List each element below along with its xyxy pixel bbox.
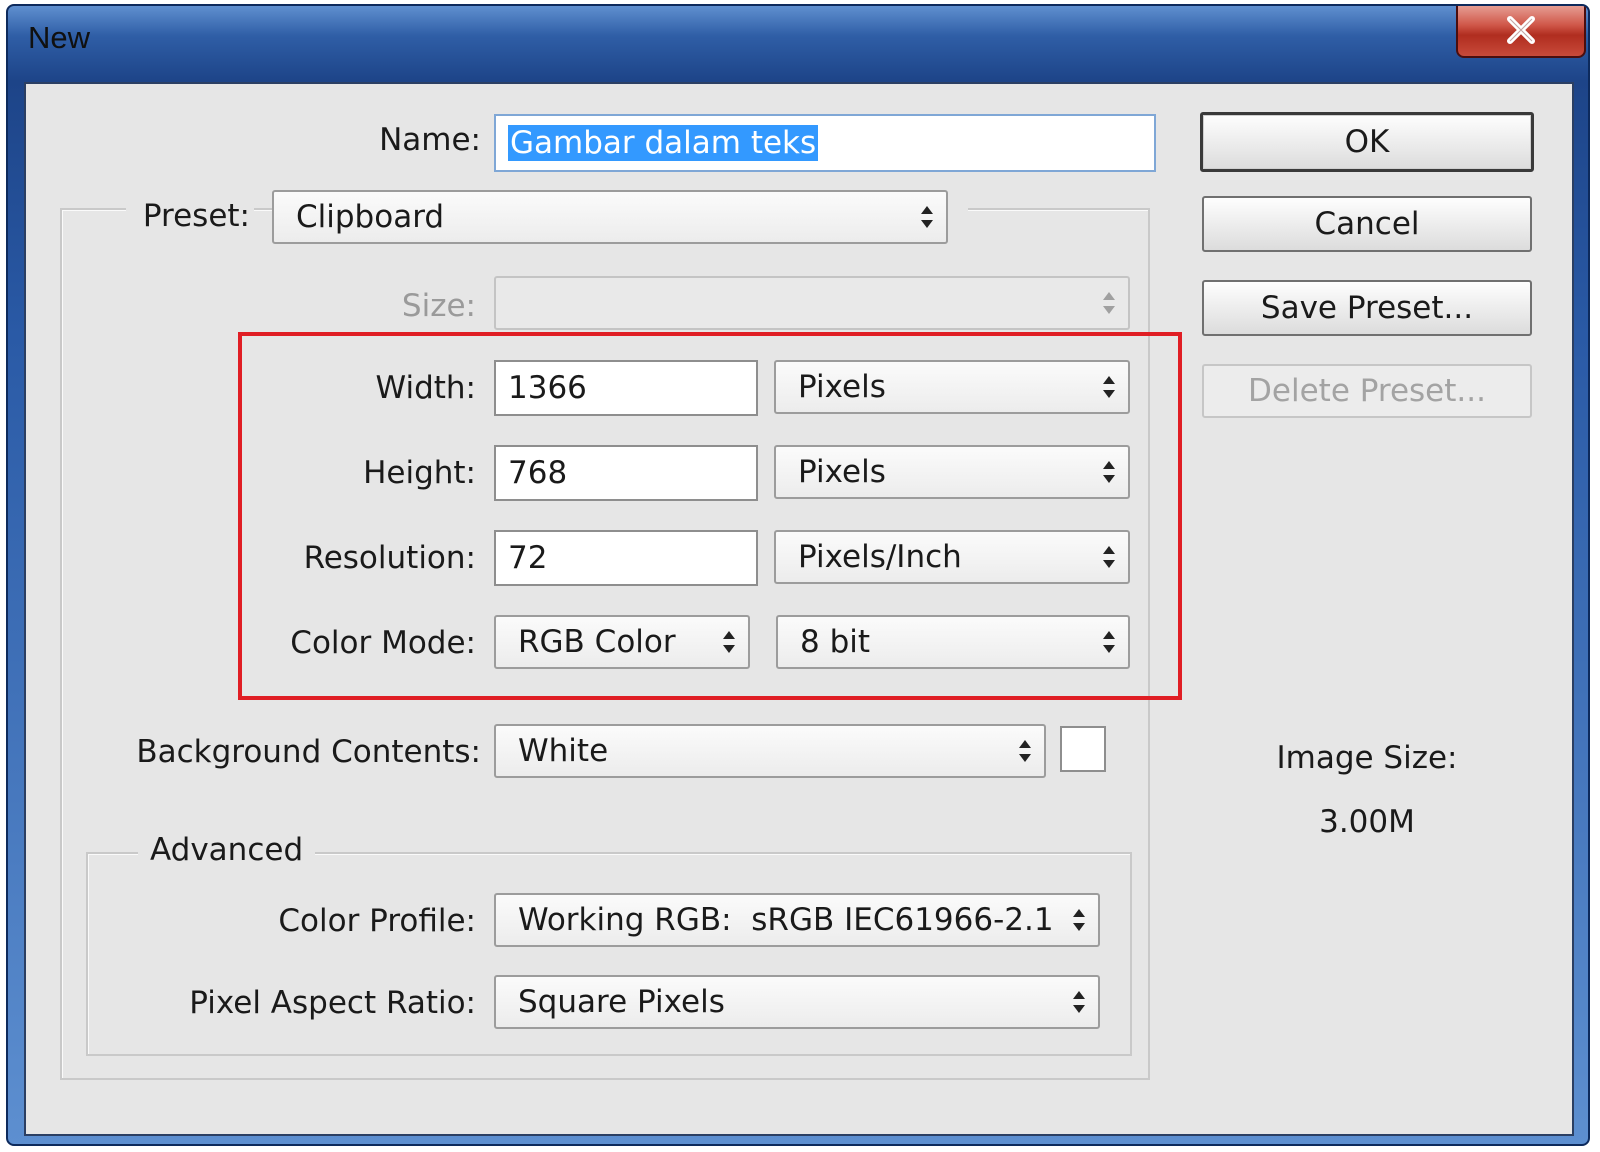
advanced-legend: Advanced <box>138 832 316 868</box>
cancel-button[interactable]: Cancel <box>1202 196 1532 252</box>
resolution-unit-select[interactable]: Pixels/Inch <box>774 530 1130 584</box>
delete-preset-button: Delete Preset... <box>1202 364 1532 418</box>
updown-arrows-icon <box>1103 376 1115 398</box>
image-size-label: Image Size: <box>1276 740 1458 776</box>
resolution-unit-value: Pixels/Inch <box>798 539 962 575</box>
updown-arrows-icon <box>1019 740 1031 762</box>
updown-arrows-icon <box>1103 292 1115 314</box>
updown-arrows-icon <box>1073 991 1085 1013</box>
height-label: Height: <box>363 455 476 491</box>
dialog-body: Name: Gambar dalam teks Preset: Clipboar… <box>24 82 1574 1136</box>
height-input[interactable]: 768 <box>494 445 758 501</box>
close-icon <box>1507 16 1535 44</box>
size-select <box>494 276 1130 330</box>
width-input-value: 1366 <box>508 370 587 406</box>
image-size-value: 3.00M <box>1319 804 1415 840</box>
resolution-input-value: 72 <box>508 540 548 576</box>
window-title: New <box>28 20 91 55</box>
background-contents-label: Background Contents: <box>136 734 481 770</box>
name-input[interactable]: Gambar dalam teks <box>494 114 1156 172</box>
color-mode-select[interactable]: RGB Color <box>494 615 750 669</box>
name-label: Name: <box>379 122 481 158</box>
pixel-aspect-ratio-select[interactable]: Square Pixels <box>494 975 1100 1029</box>
color-mode-value: RGB Color <box>518 624 676 660</box>
preset-label: Preset: <box>126 198 254 234</box>
background-contents-select[interactable]: White <box>494 724 1046 778</box>
preset-select-value: Clipboard <box>296 199 445 235</box>
save-preset-button[interactable]: Save Preset... <box>1202 280 1532 336</box>
color-profile-value: Working RGB: sRGB IEC61966-2.1 <box>518 902 1054 938</box>
width-unit-value: Pixels <box>798 369 886 405</box>
preset-gap-mask <box>948 202 968 212</box>
height-unit-value: Pixels <box>798 454 886 490</box>
updown-arrows-icon <box>1103 461 1115 483</box>
background-contents-value: White <box>518 733 609 769</box>
pixel-aspect-ratio-value: Square Pixels <box>518 984 725 1020</box>
bit-depth-value: 8 bit <box>800 624 871 660</box>
color-profile-select[interactable]: Working RGB: sRGB IEC61966-2.1 <box>494 893 1100 947</box>
updown-arrows-icon <box>1073 909 1085 931</box>
resolution-input[interactable]: 72 <box>494 530 758 586</box>
new-dialog-window: New Name: Gambar dalam teks Preset: Clip… <box>6 4 1590 1146</box>
updown-arrows-icon <box>1103 631 1115 653</box>
height-unit-select[interactable]: Pixels <box>774 445 1130 499</box>
width-input[interactable]: 1366 <box>494 360 758 416</box>
updown-arrows-icon <box>1103 546 1115 568</box>
width-label: Width: <box>375 370 476 406</box>
ok-button[interactable]: OK <box>1200 112 1534 172</box>
width-unit-select[interactable]: Pixels <box>774 360 1130 414</box>
resolution-label: Resolution: <box>303 540 476 576</box>
updown-arrows-icon <box>723 631 735 653</box>
updown-arrows-icon <box>921 206 933 228</box>
height-input-value: 768 <box>508 455 568 491</box>
size-label: Size: <box>401 288 476 324</box>
close-button[interactable] <box>1456 6 1586 58</box>
color-mode-label: Color Mode: <box>290 625 476 661</box>
preset-select[interactable]: Clipboard <box>272 190 948 244</box>
bit-depth-select[interactable]: 8 bit <box>776 615 1130 669</box>
pixel-aspect-ratio-label: Pixel Aspect Ratio: <box>189 985 476 1021</box>
background-color-swatch[interactable] <box>1060 726 1106 772</box>
color-profile-label: Color Profile: <box>278 903 476 939</box>
name-input-selected-text: Gambar dalam teks <box>508 125 819 161</box>
